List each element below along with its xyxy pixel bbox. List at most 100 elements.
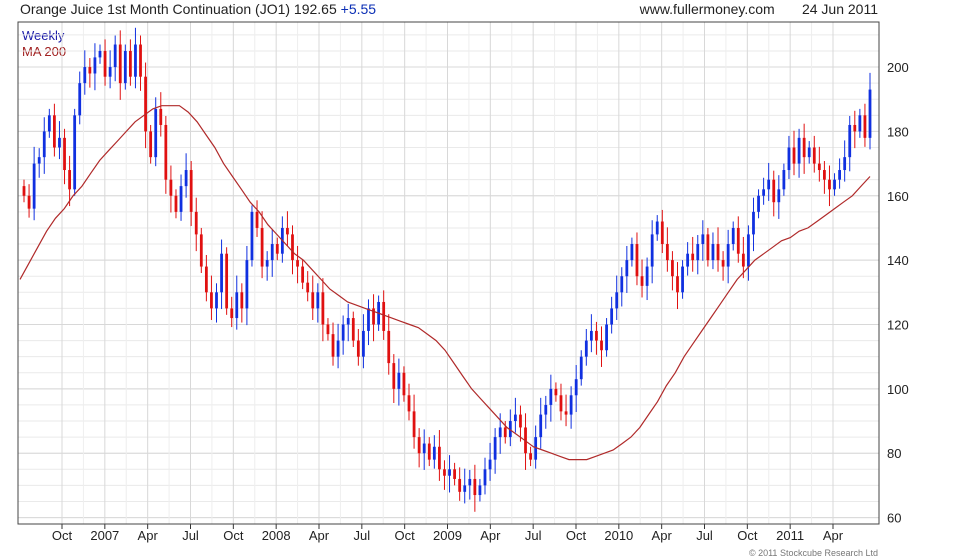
x-tick-label: Oct: [395, 528, 416, 543]
candle-body: [108, 67, 112, 77]
candle-body: [118, 44, 122, 84]
candle-body: [286, 227, 289, 235]
candle-body: [422, 443, 426, 454]
candle-body: [772, 179, 776, 203]
candle-body: [397, 372, 401, 389]
candle-body: [691, 253, 695, 261]
candle-body: [392, 363, 396, 389]
candle-body: [250, 211, 254, 261]
candle-body: [473, 478, 477, 496]
candle-body: [93, 57, 97, 74]
candle-body: [681, 266, 684, 293]
y-tick-label: 180: [887, 124, 909, 139]
candle-body: [483, 469, 487, 486]
x-tick-label: Apr: [652, 528, 673, 543]
candle-body: [645, 266, 649, 286]
y-tick-label: 100: [887, 382, 909, 397]
candle-body: [174, 195, 178, 212]
candle-body: [665, 244, 669, 261]
x-tick-label: Oct: [52, 528, 73, 543]
candle-body: [306, 282, 310, 293]
candle-body: [716, 244, 720, 261]
candle-body: [823, 170, 826, 180]
candle-body: [432, 446, 436, 460]
candle-body: [128, 50, 132, 77]
candle-body: [427, 443, 431, 460]
candle-body: [858, 115, 862, 132]
x-tick-label: 2007: [90, 528, 119, 543]
candle-body: [802, 137, 806, 158]
x-tick-label: Jul: [696, 528, 713, 543]
candle-body: [559, 395, 563, 412]
candle-body: [53, 115, 56, 148]
candle-body: [458, 478, 462, 492]
candle-body: [311, 292, 315, 309]
candle-body: [154, 108, 158, 158]
candle-body: [169, 179, 173, 196]
candle-body: [179, 186, 183, 212]
candle-body: [22, 186, 26, 196]
candle-body: [68, 170, 71, 190]
candle-body: [498, 427, 502, 438]
candle-body: [711, 244, 715, 261]
plot-frame: [17, 21, 880, 525]
candle-body: [225, 253, 229, 309]
candle-body: [326, 324, 330, 335]
candle-body: [47, 115, 51, 132]
candle-body: [387, 330, 391, 364]
copyright: © 2011 Stockcube Research Ltd: [748, 548, 878, 558]
candle-body: [73, 115, 77, 190]
candle-body: [412, 411, 416, 438]
y-tick-label: 80: [887, 446, 901, 461]
candle-body: [240, 292, 244, 309]
x-tick-label: 2008: [262, 528, 291, 543]
candle-body: [564, 411, 568, 415]
candle-body: [579, 356, 583, 380]
candle-body: [736, 227, 740, 254]
candle-body: [655, 221, 659, 235]
candle-body: [468, 478, 472, 486]
candle-body: [291, 234, 294, 261]
candle-body: [539, 414, 543, 438]
candle-body: [787, 147, 791, 171]
candle-body: [346, 318, 350, 325]
x-tick-label: Oct: [566, 528, 587, 543]
candle-body: [605, 324, 608, 351]
candle-body: [843, 157, 847, 171]
candle-body: [245, 260, 249, 309]
candle-body: [792, 147, 796, 164]
candle-body: [367, 308, 370, 331]
candle-body: [270, 244, 274, 261]
candle-body: [503, 427, 507, 438]
candle-body: [199, 234, 203, 267]
candle-body: [123, 50, 127, 84]
candle-body: [407, 395, 411, 412]
candle-body: [752, 211, 755, 235]
candle-body: [27, 195, 31, 209]
x-tick-label: Jul: [525, 528, 542, 543]
candle-body: [767, 179, 771, 190]
candle-body: [488, 459, 492, 470]
candle-body: [569, 395, 573, 415]
candle-body: [848, 124, 852, 158]
candle-body: [139, 44, 142, 77]
candle-body: [417, 437, 421, 454]
candle-body: [757, 195, 760, 212]
candle-body: [220, 253, 223, 293]
candle-body: [610, 308, 614, 325]
candle-body: [519, 414, 522, 428]
candle-body: [331, 334, 335, 357]
candle-body: [453, 469, 456, 479]
candle-body: [341, 324, 345, 341]
y-tick-label: 140: [887, 253, 909, 268]
candle-body: [762, 189, 766, 196]
candle-body: [296, 260, 299, 267]
candle-body: [797, 137, 801, 164]
candle-body: [630, 244, 634, 261]
candle-body: [275, 244, 279, 254]
candle-body: [351, 318, 355, 341]
candle-body: [853, 124, 857, 132]
candle-body: [549, 388, 553, 405]
candle-body: [782, 170, 786, 190]
y-tick-label: 160: [887, 189, 909, 204]
